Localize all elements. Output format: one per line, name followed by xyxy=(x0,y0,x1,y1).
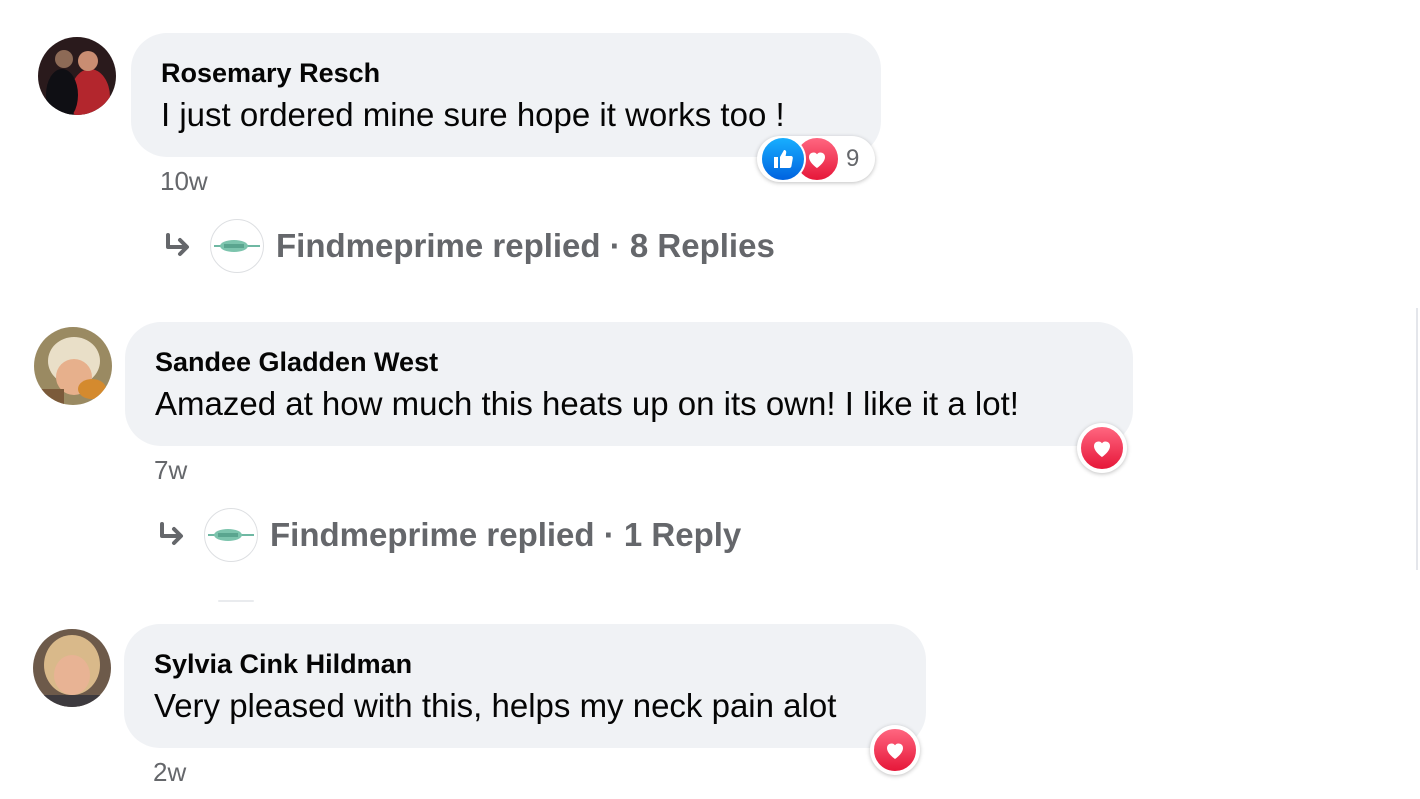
divider xyxy=(218,600,254,602)
comment-text: Very pleased with this, helps my neck pa… xyxy=(154,687,837,724)
avatar[interactable] xyxy=(38,37,116,115)
comment-author[interactable]: Sylvia Cink Hildman xyxy=(154,647,896,681)
page-avatar xyxy=(204,508,258,562)
reaction-summary[interactable]: 9 xyxy=(757,136,875,182)
reaction-summary[interactable] xyxy=(1077,423,1127,473)
avatar[interactable] xyxy=(34,327,112,405)
reaction-summary[interactable] xyxy=(870,725,920,775)
view-replies-link[interactable]: Findmeprime replied · 8 Replies xyxy=(162,219,775,273)
comment-text: I just ordered mine sure hope it works t… xyxy=(161,96,785,133)
comment-bubble: Sandee Gladden West Amazed at how much t… xyxy=(125,322,1133,446)
reply-summary-text[interactable]: Findmeprime replied · 8 Replies xyxy=(276,227,775,265)
comment-timestamp[interactable]: 10w xyxy=(160,166,208,196)
like-icon xyxy=(760,136,806,182)
comment-text: Amazed at how much this heats up on its … xyxy=(155,385,1019,422)
comment-author[interactable]: Sandee Gladden West xyxy=(155,345,1103,379)
love-icon xyxy=(1079,425,1125,471)
view-replies-link[interactable]: Findmeprime replied · 1 Reply xyxy=(156,508,741,562)
reply-arrow-icon xyxy=(160,522,183,545)
scrollbar-track[interactable] xyxy=(1416,308,1418,570)
comment-timestamp[interactable]: 7w xyxy=(154,455,187,485)
avatar[interactable] xyxy=(33,629,111,707)
love-icon xyxy=(872,727,918,773)
comment-author[interactable]: Rosemary Resch xyxy=(161,56,851,90)
comment-bubble: Sylvia Cink Hildman Very pleased with th… xyxy=(124,624,926,748)
reaction-count: 9 xyxy=(846,145,860,172)
page-avatar xyxy=(210,219,264,273)
comment-timestamp[interactable]: 2w xyxy=(153,757,186,787)
reply-arrow-icon xyxy=(166,233,189,256)
reply-summary-text[interactable]: Findmeprime replied · 1 Reply xyxy=(270,516,741,554)
